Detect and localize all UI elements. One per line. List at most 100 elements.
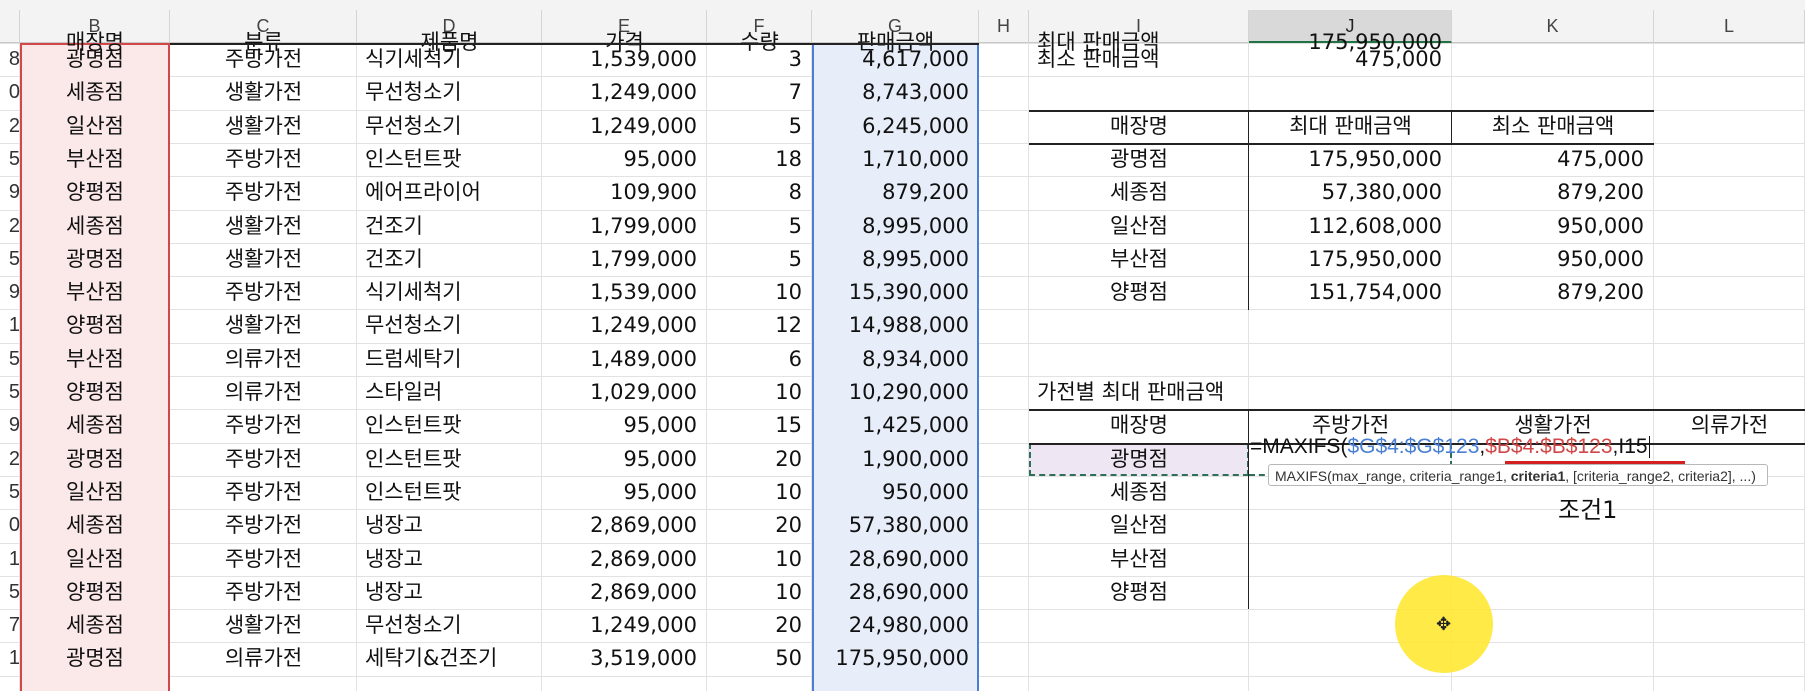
category-cell[interactable]: 생활가전 [170,609,357,642]
row-number[interactable]: 2 [0,443,20,476]
product-cell[interactable]: 무선청소기 [357,609,542,642]
store-cell[interactable]: 일산점 [20,543,170,576]
product-cell[interactable]: 건조기 [357,243,542,276]
amount-cell[interactable]: 8,995,000 [812,243,979,276]
category-cell[interactable]: 주방가전 [170,276,357,309]
product-cell[interactable]: 냉장고 [357,576,542,609]
store-cell[interactable]: 세종점 [20,76,170,109]
category-table-store[interactable]: 세종점 [1029,476,1249,509]
price-cell[interactable]: 1,249,000 [542,110,707,143]
product-cell[interactable]: 에어프라이어 [357,176,542,209]
product-cell[interactable]: 무선청소기 [357,309,542,342]
product-cell[interactable]: 인스턴트팟 [357,143,542,176]
row-number[interactable]: 9 [0,409,20,442]
store-cell[interactable]: 부산점 [20,276,170,309]
price-cell[interactable]: 1,029,000 [542,376,707,409]
category-cell[interactable]: 주방가전 [170,143,357,176]
amount-cell[interactable]: 24,980,000 [812,609,979,642]
amount-cell[interactable]: 10,290,000 [812,376,979,409]
row-number[interactable]: 8 [0,43,20,76]
category-cell[interactable]: 주방가전 [170,443,357,476]
quantity-cell[interactable]: 12 [707,309,812,342]
value-min-amount[interactable]: 475,000 [1249,43,1452,76]
row-number[interactable]: 1 [0,543,20,576]
row-number[interactable]: 7 [0,609,20,642]
product-cell[interactable]: 식기세척기 [357,43,542,76]
quantity-cell[interactable]: 7 [707,76,812,109]
row-number[interactable]: 5 [0,143,20,176]
category-cell[interactable]: 주방가전 [170,43,357,76]
amount-cell[interactable]: 879,200 [812,176,979,209]
store-cell[interactable]: 일산점 [20,476,170,509]
quantity-cell[interactable]: 5 [707,110,812,143]
store-table-max[interactable]: 151,754,000 [1249,276,1452,309]
price-cell[interactable]: 1,249,000 [542,309,707,342]
category-table-store[interactable]: 광명점 [1029,443,1249,476]
price-cell[interactable]: 2,869,000 [542,509,707,542]
amount-cell[interactable]: 175,950,000 [812,642,979,675]
store-cell[interactable]: 부산점 [20,343,170,376]
product-cell[interactable]: 스타일러 [357,376,542,409]
category-cell[interactable]: 생활가전 [170,76,357,109]
price-cell[interactable]: 109,900 [542,176,707,209]
store-table-max[interactable]: 175,950,000 [1249,143,1452,176]
product-cell[interactable]: 세탁기&건조기 [357,642,542,675]
price-cell[interactable]: 2,869,000 [542,543,707,576]
store-cell[interactable]: 부산점 [20,143,170,176]
row-number[interactable]: 5 [0,476,20,509]
product-cell[interactable]: 인스턴트팟 [357,409,542,442]
column-header-l[interactable]: L [1654,10,1805,43]
product-cell[interactable]: 무선청소기 [357,76,542,109]
store-table-store[interactable]: 세종점 [1029,176,1249,209]
price-cell[interactable]: 95,000 [542,409,707,442]
quantity-cell[interactable]: 20 [707,443,812,476]
store-cell[interactable]: 양평점 [20,376,170,409]
column-header-k[interactable]: K [1452,10,1654,43]
product-cell[interactable]: 건조기 [357,210,542,243]
product-cell[interactable]: 냉장고 [357,543,542,576]
store-cell[interactable]: 양평점 [20,176,170,209]
quantity-cell[interactable]: 10 [707,376,812,409]
quantity-cell[interactable]: 15 [707,409,812,442]
row-number[interactable]: 1 [0,642,20,675]
amount-cell[interactable]: 28,690,000 [812,576,979,609]
category-cell[interactable]: 생활가전 [170,243,357,276]
store-table-min[interactable]: 879,200 [1452,176,1654,209]
store-table-max[interactable]: 57,380,000 [1249,176,1452,209]
quantity-cell[interactable]: 50 [707,642,812,675]
category-table-store[interactable]: 부산점 [1029,543,1249,576]
store-table-header-max[interactable]: 최대 판매금액 [1249,110,1452,143]
category-cell[interactable]: 생활가전 [170,210,357,243]
price-cell[interactable]: 95,000 [542,143,707,176]
amount-cell[interactable]: 8,995,000 [812,210,979,243]
category-table-title[interactable]: 가전별 최대 판매금액 [1029,376,1249,409]
row-number[interactable]: 5 [0,376,20,409]
price-cell[interactable]: 2,869,000 [542,576,707,609]
price-cell[interactable]: 95,000 [542,443,707,476]
price-cell[interactable]: 1,249,000 [542,609,707,642]
price-cell[interactable]: 1,489,000 [542,343,707,376]
store-cell[interactable]: 세종점 [20,509,170,542]
store-cell[interactable]: 광명점 [20,43,170,76]
category-cell[interactable]: 주방가전 [170,476,357,509]
row-number[interactable]: 5 [0,243,20,276]
function-tooltip[interactable]: MAXIFS(max_range, criteria_range1, crite… [1268,464,1768,486]
quantity-cell[interactable]: 18 [707,143,812,176]
store-cell[interactable]: 광명점 [20,443,170,476]
quantity-cell[interactable]: 20 [707,509,812,542]
amount-cell[interactable]: 8,934,000 [812,343,979,376]
product-cell[interactable]: 인스턴트팟 [357,443,542,476]
category-table-store[interactable]: 일산점 [1029,509,1249,542]
category-cell[interactable]: 의류가전 [170,343,357,376]
row-number[interactable]: 1 [0,309,20,342]
product-cell[interactable]: 무선청소기 [357,110,542,143]
quantity-cell[interactable]: 20 [707,609,812,642]
category-cell[interactable]: 의류가전 [170,376,357,409]
store-cell[interactable]: 광명점 [20,243,170,276]
row-number[interactable]: 0 [0,76,20,109]
price-cell[interactable]: 3,519,000 [542,642,707,675]
store-table-max[interactable]: 175,950,000 [1249,243,1452,276]
column-header-a-partial[interactable] [0,10,20,43]
price-cell[interactable]: 1,799,000 [542,243,707,276]
store-table-min[interactable]: 475,000 [1452,143,1654,176]
